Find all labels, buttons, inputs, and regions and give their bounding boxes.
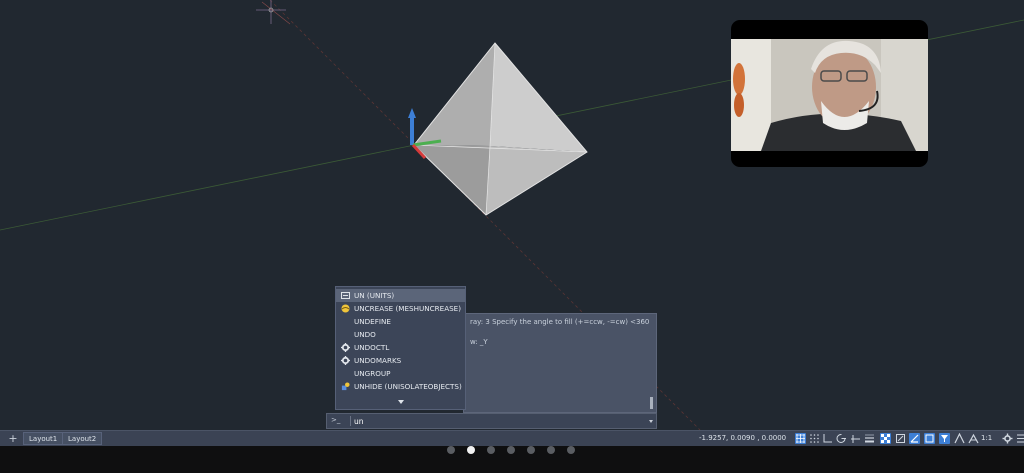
autocomplete-item-undomarks[interactable]: UNDOMARKS: [336, 354, 465, 367]
history-line: [470, 327, 650, 337]
coordinate-readout[interactable]: -1.9257, 0.0090 , 0.0000: [699, 432, 786, 445]
annotation-visibility-icon[interactable]: [968, 433, 979, 444]
workspace-gear-icon[interactable]: [1002, 433, 1013, 444]
autocomplete-item-undefine[interactable]: UNDEFINE: [336, 315, 465, 328]
polar-tracking-icon[interactable]: [836, 433, 847, 444]
customization-menu-icon[interactable]: [1016, 433, 1024, 444]
command-history-panel: ray: 3 Specify the angle to fill (+=ccw,…: [463, 313, 657, 413]
octahedron-solid[interactable]: [413, 42, 588, 216]
webcam-overlay: [731, 20, 928, 167]
autocomplete-item-label: UNDOMARKS: [354, 356, 402, 365]
autocomplete-item-unhide[interactable]: UNHIDE (UNISOLATEOBJECTS): [336, 380, 465, 393]
slide-dot-7[interactable]: [567, 446, 575, 454]
autocomplete-item-uncrease[interactable]: UNCREASE (MESHUNCREASE): [336, 302, 465, 315]
history-line: ray: 3 Specify the angle to fill (+=ccw,…: [470, 318, 650, 326]
selection-filter-icon[interactable]: [939, 433, 950, 444]
unisolate-icon: [341, 382, 350, 391]
tab-layout2[interactable]: Layout2: [62, 432, 103, 445]
autocomplete-item-label: UNCREASE (MESHUNCREASE): [354, 304, 462, 313]
gizmo-icon[interactable]: [954, 433, 965, 444]
snap-mode-icon[interactable]: [809, 433, 820, 444]
slide-dot-5[interactable]: [527, 446, 535, 454]
slide-dot-1[interactable]: [447, 446, 455, 454]
autocomplete-item-label: UNDOCTL: [354, 343, 390, 352]
slide-dot-6[interactable]: [547, 446, 555, 454]
crosshair-icon: [256, 0, 291, 25]
history-line: w: _Y: [470, 338, 488, 346]
history-scrollbar[interactable]: [650, 397, 653, 409]
slide-dot-4[interactable]: [507, 446, 515, 454]
recent-commands-dropdown-icon[interactable]: [649, 420, 653, 423]
command-line[interactable]: >_: [326, 413, 657, 429]
units-icon: [341, 292, 350, 299]
presenter-video: [731, 39, 928, 151]
autocomplete-item-label: UNHIDE (UNISOLATEOBJECTS): [354, 382, 462, 391]
autocomplete-item-undo[interactable]: UNDO: [336, 328, 465, 341]
slide-dot-2[interactable]: [467, 446, 475, 454]
command-autocomplete-list[interactable]: UN (UNITS) UNCREASE (MESHUNCREASE) UNDEF…: [335, 286, 466, 410]
add-layout-button[interactable]: +: [6, 432, 20, 445]
ortho-mode-icon[interactable]: [822, 433, 833, 444]
3d-osnap-icon[interactable]: [909, 433, 920, 444]
isodraft-icon[interactable]: [850, 433, 861, 444]
autocomplete-item-units[interactable]: UN (UNITS): [336, 289, 465, 302]
gear-icon: [341, 343, 350, 352]
autocomplete-item-ungroup[interactable]: UNGROUP: [336, 367, 465, 380]
dynamic-ucs-icon[interactable]: [924, 433, 935, 444]
lineweight-icon[interactable]: [864, 433, 875, 444]
tab-layout1[interactable]: Layout1: [23, 432, 64, 445]
mesh-uncrease-icon: [341, 304, 350, 313]
transparency-icon[interactable]: [880, 433, 891, 444]
autocomplete-item-label: UN (UNITS): [354, 291, 395, 300]
gear-icon: [341, 356, 350, 365]
status-bar: + Layout1 Layout2 -1.9257, 0.0090 , 0.00…: [0, 430, 1024, 446]
selection-cycling-icon[interactable]: [895, 433, 906, 444]
command-prompt-icon[interactable]: >_: [331, 416, 340, 424]
autocomplete-item-label: UNDO: [354, 330, 376, 339]
divider: [350, 416, 351, 426]
model-grid-icon[interactable]: [795, 433, 806, 444]
annotation-scale[interactable]: 1:1: [981, 432, 992, 445]
slide-dot-3[interactable]: [487, 446, 495, 454]
autocomplete-item-label: UNDEFINE: [354, 317, 391, 326]
more-results-arrow-icon[interactable]: [398, 400, 404, 404]
command-input[interactable]: [354, 415, 644, 427]
autocomplete-item-undoctl[interactable]: UNDOCTL: [336, 341, 465, 354]
autocomplete-item-label: UNGROUP: [354, 369, 391, 378]
